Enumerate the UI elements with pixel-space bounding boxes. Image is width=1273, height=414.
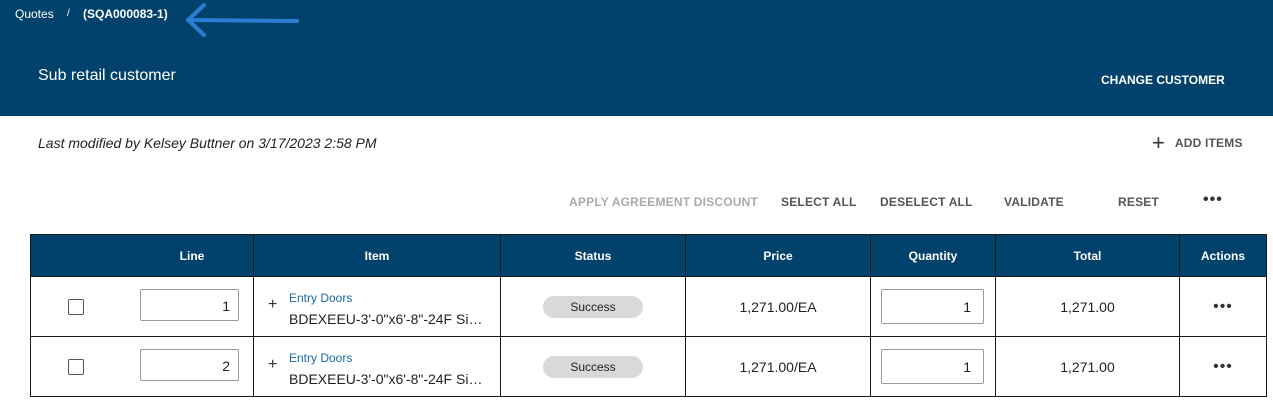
item-description: BDEXEEU-3'-0"x6'-8"-24F Single bbox=[289, 311, 489, 327]
quantity-input[interactable]: 1 bbox=[881, 289, 984, 324]
validate-button[interactable]: VALIDATE bbox=[1004, 195, 1064, 209]
line-cell: 1 bbox=[30, 276, 254, 337]
plus-icon: + bbox=[1152, 130, 1165, 155]
item-cell: + Entry Doors BDEXEEU-3'-0"x6'-8"-24F Si… bbox=[253, 336, 501, 397]
table-row: 2 + Entry Doors BDEXEEU-3'-0"x6'-8"-24F … bbox=[30, 336, 1267, 397]
item-category-link[interactable]: Entry Doors bbox=[289, 291, 352, 305]
item-description: BDEXEEU-3'-0"x6'-8"-24F Single bbox=[289, 371, 489, 387]
quote-lines-table: Line Item Status Price Quantity Total Ac… bbox=[30, 234, 1267, 397]
actions-cell: ••• bbox=[1179, 336, 1267, 397]
price-cell: 1,271.00/EA bbox=[685, 336, 871, 397]
item-cell: + Entry Doors BDEXEEU-3'-0"x6'-8"-24F Si… bbox=[253, 276, 501, 337]
more-actions-icon[interactable]: ••• bbox=[1203, 191, 1223, 209]
row-actions-ellipsis-icon[interactable]: ••• bbox=[1213, 298, 1233, 315]
expand-plus-icon[interactable]: + bbox=[268, 296, 277, 314]
status-badge: Success bbox=[543, 295, 643, 318]
line-number-input[interactable]: 1 bbox=[140, 289, 239, 321]
breadcrumb-current-quote: (SQA000083-1) bbox=[83, 7, 168, 21]
price-cell: 1,271.00/EA bbox=[685, 276, 871, 337]
item-category-link[interactable]: Entry Doors bbox=[289, 351, 352, 365]
status-cell: Success bbox=[500, 336, 686, 397]
status-cell: Success bbox=[500, 276, 686, 337]
actions-cell: ••• bbox=[1179, 276, 1267, 337]
add-items-button[interactable]: + ADD ITEMS bbox=[1152, 130, 1243, 155]
reset-button[interactable]: RESET bbox=[1118, 195, 1159, 209]
column-header-quantity[interactable]: Quantity bbox=[870, 234, 996, 277]
expand-plus-icon[interactable]: + bbox=[268, 356, 277, 374]
customer-name: Sub retail customer bbox=[38, 67, 176, 84]
select-all-button[interactable]: SELECT ALL bbox=[781, 195, 857, 209]
apply-agreement-discount-button[interactable]: APPLY AGREEMENT DISCOUNT bbox=[569, 195, 758, 209]
column-header-total[interactable]: Total bbox=[995, 234, 1180, 277]
quantity-input[interactable]: 1 bbox=[881, 349, 984, 384]
line-cell: 2 bbox=[30, 336, 254, 397]
quantity-cell: 1 bbox=[870, 336, 996, 397]
header-banner: Quotes / (SQA000083-1) Sub retail custom… bbox=[0, 0, 1273, 116]
line-number-input[interactable]: 2 bbox=[140, 349, 239, 381]
breadcrumb-separator: / bbox=[67, 8, 70, 19]
total-cell: 1,271.00 bbox=[995, 276, 1180, 337]
column-header-status[interactable]: Status bbox=[500, 234, 686, 277]
change-customer-button[interactable]: CHANGE CUSTOMER bbox=[1101, 73, 1225, 87]
status-badge: Success bbox=[543, 355, 643, 378]
quantity-cell: 1 bbox=[870, 276, 996, 337]
row-select-checkbox[interactable] bbox=[68, 299, 84, 315]
last-modified-text: Last modified by Kelsey Buttner on 3/17/… bbox=[38, 135, 377, 151]
total-cell: 1,271.00 bbox=[995, 336, 1180, 397]
table-header-row: Line Item Status Price Quantity Total Ac… bbox=[30, 234, 1267, 277]
column-header-actions: Actions bbox=[1179, 234, 1267, 277]
row-actions-ellipsis-icon[interactable]: ••• bbox=[1213, 358, 1233, 375]
arrow-left-icon bbox=[186, 3, 299, 37]
table-row: 1 + Entry Doors BDEXEEU-3'-0"x6'-8"-24F … bbox=[30, 276, 1267, 337]
deselect-all-button[interactable]: DESELECT ALL bbox=[880, 195, 973, 209]
add-items-label: ADD ITEMS bbox=[1174, 136, 1243, 150]
column-header-price[interactable]: Price bbox=[685, 234, 871, 277]
breadcrumb-quotes-link[interactable]: Quotes bbox=[15, 7, 54, 21]
row-select-checkbox[interactable] bbox=[68, 359, 84, 375]
column-header-line[interactable]: Line bbox=[30, 234, 254, 277]
column-header-item[interactable]: Item bbox=[253, 234, 501, 277]
